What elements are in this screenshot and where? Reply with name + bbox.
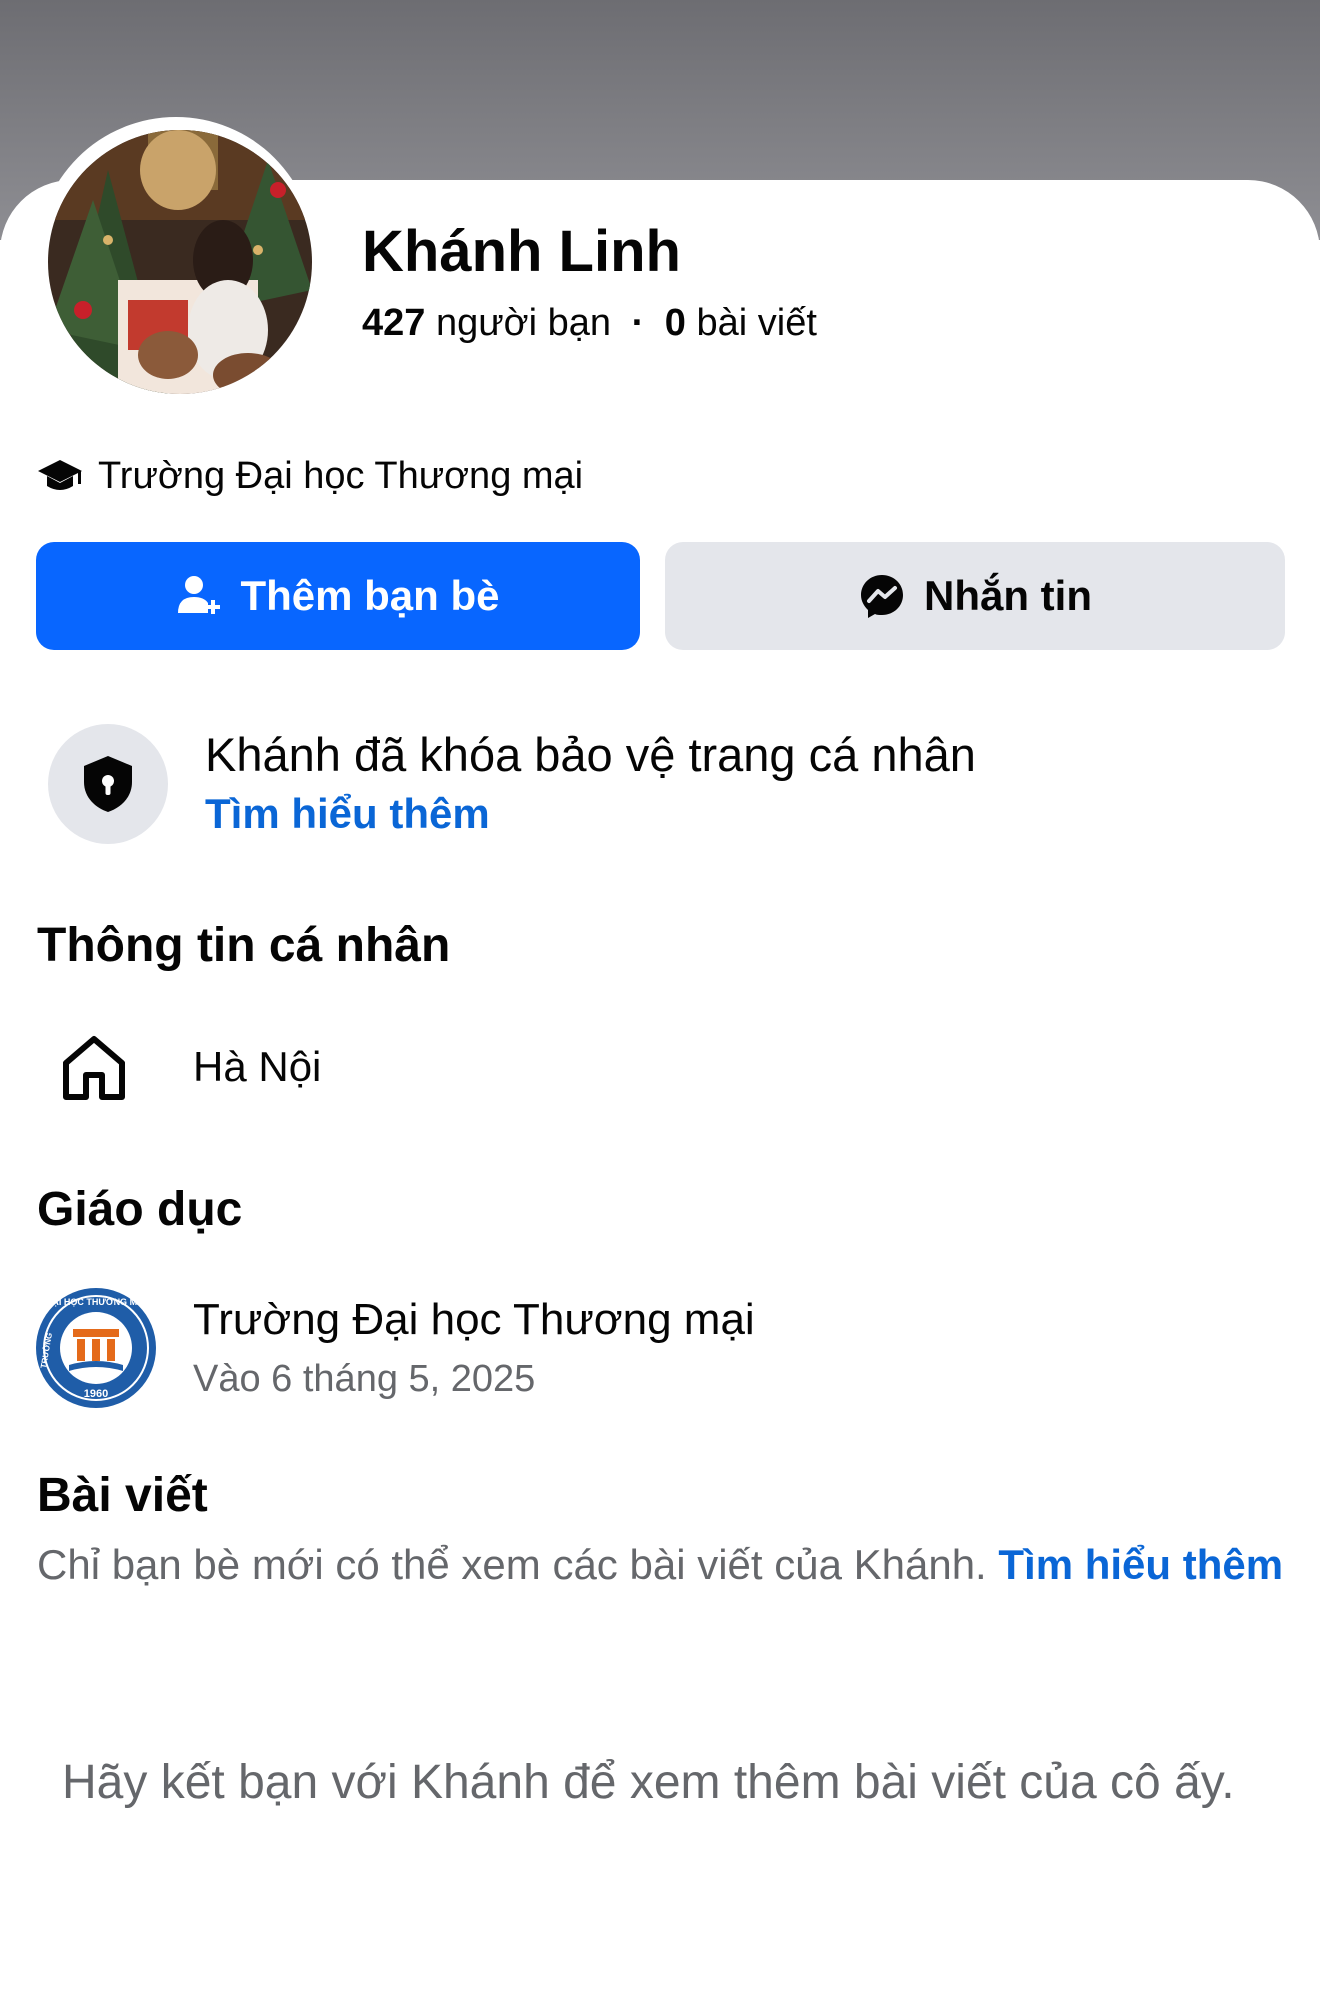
add-friend-label: Thêm bạn bè	[240, 572, 500, 619]
posts-section-title: Bài viết	[37, 1469, 208, 1522]
home-icon-wrap	[58, 1028, 130, 1106]
posts-count: 0	[664, 302, 686, 344]
posts-privacy-note: Chỉ bạn bè mới có thể xem các bài viết c…	[37, 1535, 1287, 1595]
message-label: Nhắn tin	[924, 572, 1092, 619]
logo-text-top: ĐẠI HỌC THƯƠNG MẠI	[46, 1297, 146, 1307]
profile-photo	[48, 130, 312, 394]
messenger-icon	[861, 575, 903, 618]
lock-notice: Khánh đã khóa bảo vệ trang cá nhân	[205, 728, 976, 781]
add-friend-button[interactable]: Thêm bạn bè	[36, 542, 640, 650]
friend-prompt: Hãy kết bạn với Khánh để xem thêm bài vi…	[62, 1756, 1235, 1809]
education-section-title: Giáo dục	[37, 1183, 243, 1236]
university-logo[interactable]: ĐẠI HỌC THƯƠNG MẠI TRƯỜNG 1960	[35, 1287, 157, 1409]
posts-label: bài viết	[696, 302, 817, 344]
profile-stats: 427 người bạn · 0 bài viết	[362, 302, 817, 345]
posts-learn-more-link[interactable]: Tìm hiểu thêm	[998, 1541, 1283, 1588]
shield-lock-icon	[84, 756, 132, 812]
education-date: Vào 6 tháng 5, 2025	[193, 1358, 536, 1400]
hometown-value: Hà Nội	[193, 1043, 322, 1090]
avatar[interactable]	[48, 130, 312, 394]
lock-learn-more-link[interactable]: Tìm hiểu thêm	[205, 790, 490, 838]
profile-name: Khánh Linh	[362, 219, 681, 284]
about-section-title: Thông tin cá nhân	[37, 919, 451, 972]
intro-school: Trường Đại học Thương mại	[36, 452, 583, 500]
friends-count[interactable]: 427	[362, 302, 425, 344]
stats-separator: ·	[631, 302, 645, 344]
lock-badge	[48, 724, 168, 844]
posts-privacy-text: Chỉ bạn bè mới có thể xem các bài viết c…	[37, 1541, 987, 1588]
add-friend-icon	[178, 576, 221, 614]
education-school-name[interactable]: Trường Đại học Thương mại	[193, 1295, 755, 1345]
logo-year: 1960	[84, 1388, 108, 1400]
friends-label[interactable]: người bạn	[436, 302, 611, 344]
home-icon	[63, 1036, 125, 1100]
graduation-cap-icon	[38, 460, 82, 490]
message-button[interactable]: Nhắn tin	[665, 542, 1285, 650]
intro-school-label: Trường Đại học Thương mại	[98, 454, 584, 497]
